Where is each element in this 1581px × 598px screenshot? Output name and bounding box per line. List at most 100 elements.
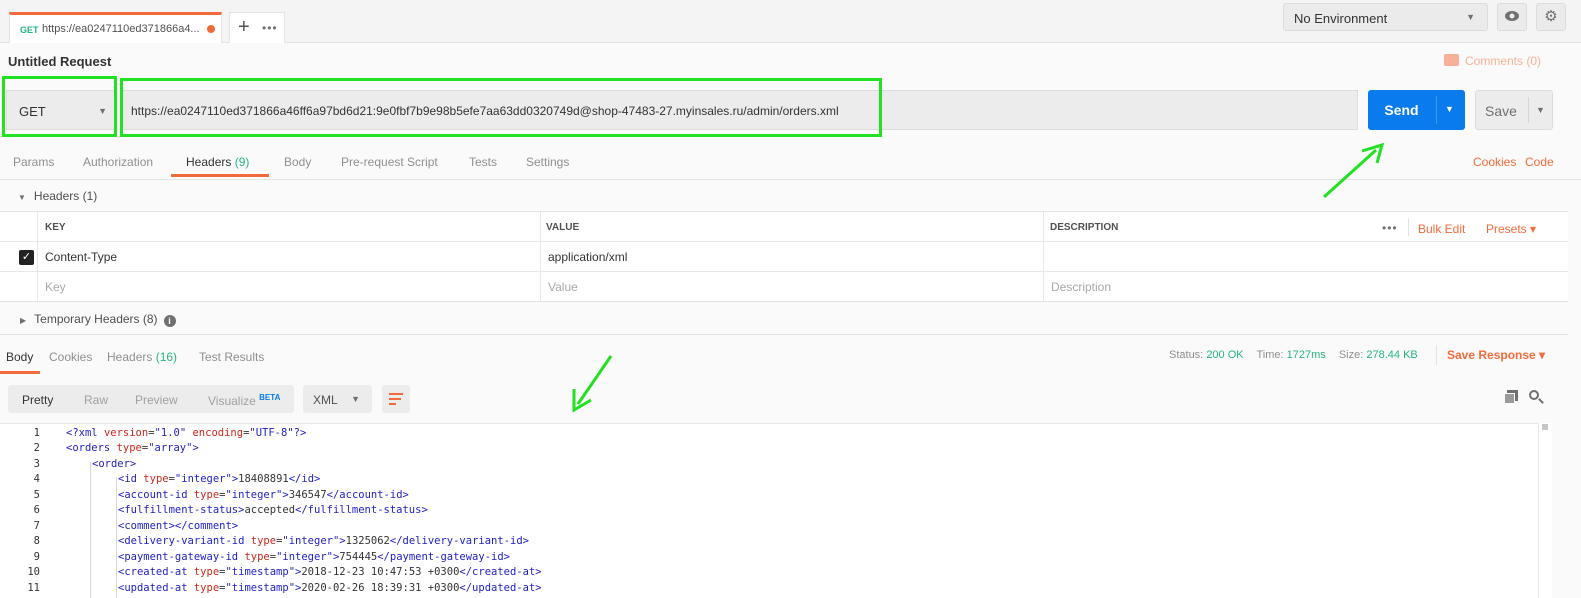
environment-select[interactable]: No Environment ▼: [1283, 3, 1488, 31]
view-mode-group: Pretty Raw Preview Visualize BETA: [8, 385, 294, 413]
gear-icon[interactable]: ⚙: [1536, 3, 1566, 31]
unsaved-dot-icon: [207, 25, 215, 33]
save-response-button[interactable]: Save Response ▾: [1447, 348, 1545, 362]
caret-right-icon: ▶: [20, 316, 27, 325]
header-enabled-checkbox[interactable]: ✓: [19, 250, 34, 265]
search-icon[interactable]: [1528, 389, 1544, 405]
code-line: <id type="integer">18408891</id>: [118, 473, 321, 485]
code-line: <comment></comment>: [118, 520, 239, 532]
editor-scrollbar-thumb[interactable]: [1542, 424, 1548, 430]
save-separator: [1528, 97, 1529, 123]
temporary-headers-label: Temporary Headers (8): [34, 312, 158, 326]
temporary-headers-toggle[interactable]: ▶ Temporary Headers (8) i: [20, 312, 176, 327]
wrap-line: [389, 393, 403, 395]
time-value[interactable]: 1727ms: [1287, 349, 1326, 361]
response-separator: [1436, 345, 1437, 365]
size-label: Size:: [1338, 349, 1364, 361]
view-pretty[interactable]: Pretty: [22, 393, 53, 407]
indent-guide: [116, 477, 117, 598]
tab-actions: + •••: [229, 12, 285, 43]
headers-table: KEY VALUE DESCRIPTION ••• Bulk Edit Pres…: [0, 211, 1568, 302]
format-value: XML: [313, 393, 338, 407]
send-options-chevron-icon[interactable]: ▼: [1445, 104, 1454, 114]
bulk-edit-link[interactable]: Bulk Edit: [1418, 222, 1465, 236]
copy-icon[interactable]: [1504, 390, 1518, 404]
wrap-lines-icon[interactable]: [382, 385, 410, 413]
code-link[interactable]: Code: [1525, 155, 1554, 169]
new-value-input[interactable]: Value: [548, 280, 578, 294]
row-divider: [0, 271, 1568, 272]
headers-section-title: Headers (1): [33, 189, 98, 203]
view-preview[interactable]: Preview: [135, 393, 178, 407]
col-divider: [37, 212, 38, 302]
code-line: <fulfillment-status>accepted</fulfillmen…: [118, 504, 428, 516]
tab-more-icon[interactable]: •••: [262, 21, 278, 35]
caret-down-icon: ▼: [18, 193, 26, 202]
active-tab-indicator: [171, 174, 269, 177]
line-number: 10: [27, 566, 40, 578]
header-value-cell[interactable]: application/xml: [548, 250, 627, 264]
eye-icon[interactable]: [1497, 3, 1527, 31]
code-line: <payment-gateway-id type="integer">75444…: [118, 551, 510, 563]
line-number: 1: [33, 427, 40, 439]
column-header-key: KEY: [45, 222, 66, 233]
cookies-link[interactable]: Cookies: [1473, 155, 1516, 169]
response-tab-headers-label: Headers: [107, 350, 153, 364]
save-button[interactable]: Save ▼: [1475, 90, 1553, 130]
code-line: <?xml version="1.0" encoding="UTF-8"?>: [66, 427, 307, 439]
tab-headers[interactable]: Headers (9): [186, 155, 249, 169]
response-tab-body[interactable]: Body: [6, 350, 33, 364]
size-value[interactable]: 278.44 KB: [1366, 349, 1417, 361]
visualize-label: Visualize: [208, 394, 256, 408]
tab-method: GET: [20, 25, 39, 35]
send-label: Send: [1384, 102, 1419, 118]
new-key-input[interactable]: Key: [45, 280, 66, 294]
response-tab-test-results[interactable]: Test Results: [199, 350, 264, 364]
new-tab-plus-icon[interactable]: +: [238, 16, 250, 39]
column-header-description: DESCRIPTION: [1050, 222, 1119, 233]
code-line: <order>: [92, 458, 137, 470]
code-line: <delivery-variant-id type="integer">1325…: [118, 535, 529, 547]
response-tab-cookies[interactable]: Cookies: [49, 350, 92, 364]
headers-section-toggle[interactable]: ▼ Headers (1): [18, 189, 97, 203]
format-select[interactable]: XML ▼: [303, 385, 372, 413]
presets-dropdown[interactable]: Presets ▾: [1486, 222, 1536, 236]
wrap-line: [389, 398, 401, 400]
send-button[interactable]: Send ▼: [1368, 90, 1465, 130]
request-title[interactable]: Untitled Request: [8, 54, 111, 69]
line-number: 8: [33, 535, 40, 547]
response-status: Status: 200 OK Time: 1727ms Size: 278.44…: [1169, 349, 1418, 361]
time-label: Time:: [1256, 349, 1284, 361]
comments-label: Comments (0): [1465, 54, 1542, 68]
request-tab[interactable]: GET https://ea0247110ed371866a4...: [9, 12, 222, 43]
save-options-chevron-icon[interactable]: ▼: [1536, 105, 1545, 115]
tab-tests[interactable]: Tests: [469, 155, 497, 169]
response-tab-headers[interactable]: Headers (16): [107, 350, 177, 364]
view-visualize[interactable]: Visualize BETA: [208, 393, 280, 408]
chevron-down-icon: ▼: [1466, 12, 1475, 22]
info-icon[interactable]: i: [163, 315, 176, 327]
tab-body[interactable]: Body: [284, 155, 311, 169]
line-number: 7: [33, 520, 40, 532]
new-description-input[interactable]: Description: [1051, 280, 1111, 294]
comments-button[interactable]: Comments (0): [1444, 54, 1541, 68]
table-header-separator: [1408, 218, 1409, 236]
response-body-editor[interactable]: 1 2 3 4 5 6 7 8 9 10 11 <?xml version="1…: [0, 423, 1552, 598]
tab-pre-request-script[interactable]: Pre-request Script: [341, 155, 438, 169]
send-separator: [1436, 96, 1437, 124]
comment-icon: [1444, 54, 1459, 66]
header-key-cell[interactable]: Content-Type: [45, 250, 117, 264]
indent-guide: [90, 462, 91, 598]
tab-authorization[interactable]: Authorization: [83, 155, 153, 169]
tab-params[interactable]: Params: [13, 155, 54, 169]
tab-settings[interactable]: Settings: [526, 155, 569, 169]
view-raw[interactable]: Raw: [84, 393, 108, 407]
search-icon-handle: [1538, 398, 1544, 404]
wrap-line: [389, 403, 396, 405]
table-more-icon[interactable]: •••: [1382, 221, 1398, 235]
editor-scrollbar[interactable]: [1538, 423, 1552, 598]
line-number: 4: [33, 473, 40, 485]
line-number: 9: [33, 551, 40, 563]
status-value[interactable]: 200 OK: [1206, 349, 1243, 361]
line-number: 6: [33, 504, 40, 516]
